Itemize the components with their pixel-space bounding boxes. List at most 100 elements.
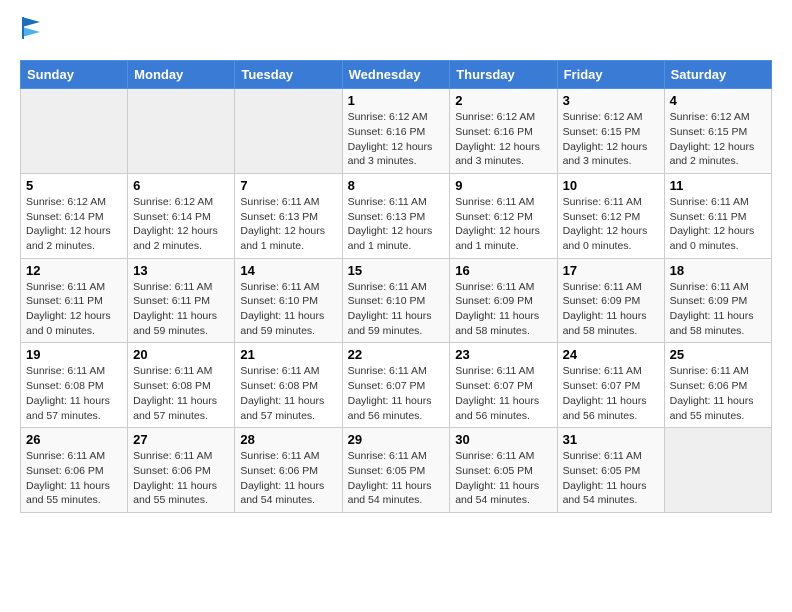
- calendar-cell: 15 Sunrise: 6:11 AM Sunset: 6:10 PM Dayli…: [342, 258, 450, 343]
- calendar-cell: [664, 428, 771, 513]
- calendar-cell: 6 Sunrise: 6:12 AM Sunset: 6:14 PM Daylig…: [128, 173, 235, 258]
- logo-flag-icon: [22, 17, 40, 39]
- day-number: 23: [455, 347, 551, 362]
- weekday-header-thursday: Thursday: [450, 61, 557, 89]
- day-info: Sunrise: 6:12 AM Sunset: 6:14 PM Dayligh…: [133, 195, 229, 254]
- day-number: 2: [455, 93, 551, 108]
- calendar-cell: 19Sunrise: 6:11 AM Sunset: 6:08 PM Dayli…: [21, 343, 128, 428]
- day-number: 30: [455, 432, 551, 447]
- day-number: 7: [240, 178, 336, 193]
- weekday-header-sunday: Sunday: [21, 61, 128, 89]
- weekday-header-friday: Friday: [557, 61, 664, 89]
- calendar-cell: 20 Sunrise: 6:11 AM Sunset: 6:08 PM Dayli…: [128, 343, 235, 428]
- calendar-cell: 25 Sunrise: 6:11 AM Sunset: 6:06 PM Dayli…: [664, 343, 771, 428]
- calendar-cell: 16 Sunrise: 6:11 AM Sunset: 6:09 PM Dayli…: [450, 258, 557, 343]
- calendar-cell: 10 Sunrise: 6:11 AM Sunset: 6:12 PM Dayli…: [557, 173, 664, 258]
- day-number: 4: [670, 93, 766, 108]
- day-number: 3: [563, 93, 659, 108]
- day-number: 25: [670, 347, 766, 362]
- calendar-body: 1Sunrise: 6:12 AM Sunset: 6:16 PM Daylig…: [21, 89, 772, 513]
- calendar-cell: 27 Sunrise: 6:11 AM Sunset: 6:06 PM Dayli…: [128, 428, 235, 513]
- day-info: Sunrise: 6:12 AM Sunset: 6:16 PM Dayligh…: [455, 110, 551, 169]
- day-info: Sunrise: 6:11 AM Sunset: 6:09 PM Dayligh…: [455, 280, 551, 339]
- calendar-cell: 4 Sunrise: 6:12 AM Sunset: 6:15 PM Daylig…: [664, 89, 771, 174]
- day-number: 12: [26, 263, 122, 278]
- day-info: Sunrise: 6:11 AM Sunset: 6:06 PM Dayligh…: [240, 449, 336, 508]
- calendar-cell: 7 Sunrise: 6:11 AM Sunset: 6:13 PM Daylig…: [235, 173, 342, 258]
- calendar-cell: 17 Sunrise: 6:11 AM Sunset: 6:09 PM Dayli…: [557, 258, 664, 343]
- calendar-cell: 30Sunrise: 6:11 AM Sunset: 6:05 PM Dayli…: [450, 428, 557, 513]
- calendar-cell: 11 Sunrise: 6:11 AM Sunset: 6:11 PM Dayli…: [664, 173, 771, 258]
- calendar-table: SundayMondayTuesdayWednesdayThursdayFrid…: [20, 60, 772, 513]
- day-number: 9: [455, 178, 551, 193]
- day-info: Sunrise: 6:11 AM Sunset: 6:12 PM Dayligh…: [563, 195, 659, 254]
- calendar-cell: 1Sunrise: 6:12 AM Sunset: 6:16 PM Daylig…: [342, 89, 450, 174]
- day-info: Sunrise: 6:11 AM Sunset: 6:11 PM Dayligh…: [670, 195, 766, 254]
- day-number: 29: [348, 432, 445, 447]
- day-number: 13: [133, 263, 229, 278]
- calendar-cell: [21, 89, 128, 174]
- weekday-header-monday: Monday: [128, 61, 235, 89]
- calendar-cell: 23 Sunrise: 6:11 AM Sunset: 6:07 PM Dayli…: [450, 343, 557, 428]
- day-number: 28: [240, 432, 336, 447]
- day-number: 20: [133, 347, 229, 362]
- day-number: 26: [26, 432, 122, 447]
- calendar-cell: 22 Sunrise: 6:11 AM Sunset: 6:07 PM Dayli…: [342, 343, 450, 428]
- calendar-week-1: 1Sunrise: 6:12 AM Sunset: 6:16 PM Daylig…: [21, 89, 772, 174]
- day-number: 6: [133, 178, 229, 193]
- calendar-week-4: 19 Sunrise: 6:11 AM Sunset: 6:08 PM Dayli…: [21, 343, 772, 428]
- day-number: 27: [133, 432, 229, 447]
- weekday-header-saturday: Saturday: [664, 61, 771, 89]
- day-number: 5: [26, 178, 122, 193]
- day-info: Sunrise: 6:11 AM Sunset: 6:06 PM Dayligh…: [670, 364, 766, 423]
- page-header: [20, 20, 772, 44]
- day-info: Sunrise: 6:11 AM Sunset: 6:09 PM Dayligh…: [563, 280, 659, 339]
- day-info: Sunrise: 6:11 AM Sunset: 6:12 PM Dayligh…: [455, 195, 551, 254]
- calendar-cell: 29 Sunrise: 6:11 AM Sunset: 6:05 PM Dayli…: [342, 428, 450, 513]
- calendar-cell: 5 Sunrise: 6:12 AM Sunset: 6:14 PM Daylig…: [21, 173, 128, 258]
- day-info: Sunrise: 6:11 AM Sunset: 6:06 PM Dayligh…: [133, 449, 229, 508]
- day-info: Sunrise: 6:11 AM Sunset: 6:09 PM Dayligh…: [670, 280, 766, 339]
- day-number: 24: [563, 347, 659, 362]
- day-info: Sunrise: 6:11 AM Sunset: 6:06 PM Dayligh…: [26, 449, 122, 508]
- day-number: 22: [348, 347, 445, 362]
- logo: [20, 20, 40, 44]
- day-number: 11: [670, 178, 766, 193]
- calendar-cell: 2 Sunrise: 6:12 AM Sunset: 6:16 PM Daylig…: [450, 89, 557, 174]
- day-info: Sunrise: 6:11 AM Sunset: 6:08 PM Dayligh…: [133, 364, 229, 423]
- day-number: 15: [348, 263, 445, 278]
- day-info: Sunrise: 6:11 AM Sunset: 6:07 PM Dayligh…: [348, 364, 445, 423]
- calendar-cell: 12 Sunrise: 6:11 AM Sunset: 6:11 PM Dayli…: [21, 258, 128, 343]
- day-info: Sunrise: 6:11 AM Sunset: 6:10 PM Dayligh…: [348, 280, 445, 339]
- day-info: Sunrise: 6:11 AM Sunset: 6:08 PM Dayligh…: [240, 364, 336, 423]
- day-info: Sunrise: 6:11 AM Sunset: 6:07 PM Dayligh…: [455, 364, 551, 423]
- day-info: Sunrise: 6:11 AM Sunset: 6:05 PM Dayligh…: [348, 449, 445, 508]
- calendar-cell: 21 Sunrise: 6:11 AM Sunset: 6:08 PM Dayli…: [235, 343, 342, 428]
- day-info: Sunrise: 6:11 AM Sunset: 6:05 PM Dayligh…: [563, 449, 659, 508]
- calendar-week-2: 5 Sunrise: 6:12 AM Sunset: 6:14 PM Daylig…: [21, 173, 772, 258]
- day-number: 17: [563, 263, 659, 278]
- day-number: 19: [26, 347, 122, 362]
- calendar-cell: 3 Sunrise: 6:12 AM Sunset: 6:15 PM Daylig…: [557, 89, 664, 174]
- day-number: 21: [240, 347, 336, 362]
- calendar-week-3: 12 Sunrise: 6:11 AM Sunset: 6:11 PM Dayli…: [21, 258, 772, 343]
- calendar-cell: 18Sunrise: 6:11 AM Sunset: 6:09 PM Dayli…: [664, 258, 771, 343]
- day-info: Sunrise: 6:11 AM Sunset: 6:11 PM Dayligh…: [26, 280, 122, 339]
- day-number: 31: [563, 432, 659, 447]
- calendar-cell: [128, 89, 235, 174]
- day-info: Sunrise: 6:11 AM Sunset: 6:13 PM Dayligh…: [348, 195, 445, 254]
- weekday-header-wednesday: Wednesday: [342, 61, 450, 89]
- day-info: Sunrise: 6:11 AM Sunset: 6:10 PM Dayligh…: [240, 280, 336, 339]
- day-info: Sunrise: 6:12 AM Sunset: 6:14 PM Dayligh…: [26, 195, 122, 254]
- day-info: Sunrise: 6:11 AM Sunset: 6:13 PM Dayligh…: [240, 195, 336, 254]
- day-info: Sunrise: 6:12 AM Sunset: 6:15 PM Dayligh…: [563, 110, 659, 169]
- calendar-cell: [235, 89, 342, 174]
- calendar-cell: 14Sunrise: 6:11 AM Sunset: 6:10 PM Dayli…: [235, 258, 342, 343]
- day-number: 16: [455, 263, 551, 278]
- day-info: Sunrise: 6:12 AM Sunset: 6:15 PM Dayligh…: [670, 110, 766, 169]
- calendar-cell: 13Sunrise: 6:11 AM Sunset: 6:11 PM Dayli…: [128, 258, 235, 343]
- calendar-cell: 28 Sunrise: 6:11 AM Sunset: 6:06 PM Dayli…: [235, 428, 342, 513]
- day-number: 10: [563, 178, 659, 193]
- weekday-row: SundayMondayTuesdayWednesdayThursdayFrid…: [21, 61, 772, 89]
- calendar-cell: 31 Sunrise: 6:11 AM Sunset: 6:05 PM Dayli…: [557, 428, 664, 513]
